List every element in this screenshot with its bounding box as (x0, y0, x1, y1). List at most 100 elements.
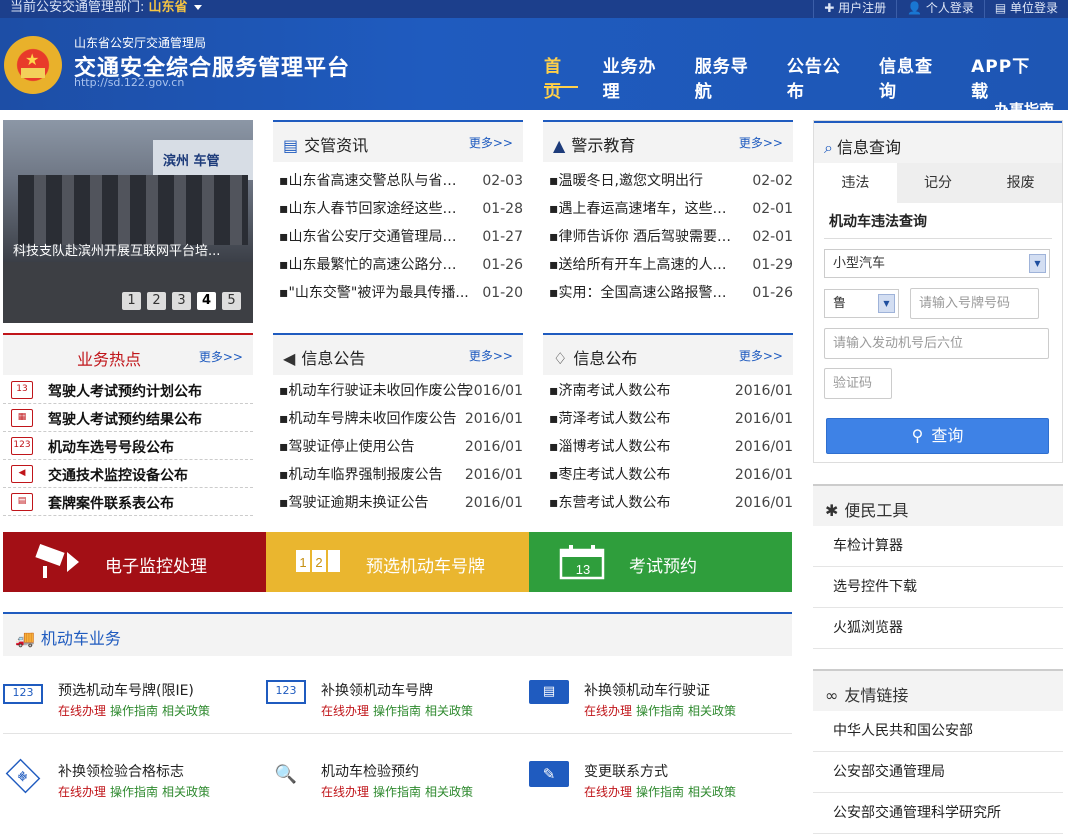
online-handle-link[interactable]: 在线办理 (584, 785, 632, 799)
news-more-link[interactable]: 更多>> (469, 134, 513, 151)
exam-booking-banner[interactable]: 13 考试预约 (529, 532, 792, 592)
online-handle-link[interactable]: 在线办理 (584, 704, 632, 718)
list-item[interactable]: ▪济南考试人数公布 2016/01 (549, 377, 793, 405)
online-handle-link[interactable]: 在线办理 (58, 704, 106, 718)
slider-page-2[interactable]: 2 (147, 292, 166, 310)
list-item[interactable]: ▪遇上春运高速堵车，这些事... 02-01 (549, 195, 793, 223)
notice-more-link[interactable]: 更多>> (469, 347, 513, 364)
list-item[interactable]: ▪实用：全国高速公路报警求... 01-26 (549, 279, 793, 307)
list-item[interactable]: ▪机动车行驶证未收回作废公告 2016/01 (279, 377, 523, 405)
list-item[interactable]: 13 驾驶人考试预约计划公布 (3, 376, 253, 404)
list-item[interactable]: ▪山东人春节回家途经这些路... 01-28 (279, 195, 523, 223)
list-item[interactable]: ▪山东省公安厅交通管理局领... 01-27 (279, 223, 523, 251)
tool-item-plugin[interactable]: 选号控件下载 (813, 567, 1063, 608)
service-name[interactable]: 预选机动车号牌(限IE) (58, 680, 194, 700)
nav-business[interactable]: 业务办理 (603, 52, 670, 102)
guide-link[interactable]: 操作指南 (110, 704, 158, 718)
service-name[interactable]: 机动车检验预约 (321, 761, 419, 781)
warning-more-link[interactable]: 更多>> (739, 134, 783, 151)
chevron-down-icon[interactable]: ▼ (1029, 254, 1046, 273)
service-item[interactable]: ▤ 补换领机动车行驶证 在线办理 操作指南 相关政策 (529, 680, 779, 740)
service-item[interactable]: 🔍 机动车检验预约 在线办理 操作指南 相关政策 (266, 761, 516, 821)
slider-page-3[interactable]: 3 (172, 292, 191, 310)
register-link[interactable]: ✚ 用户注册 (813, 0, 896, 18)
policy-link[interactable]: 相关政策 (688, 785, 736, 799)
list-item[interactable]: ▪送给所有开车上高速的人~... 01-29 (549, 251, 793, 279)
chevron-down-icon[interactable] (193, 5, 202, 10)
list-item[interactable]: ▪"山东交警"被评为最具传播... 01-20 (279, 279, 523, 307)
list-item[interactable]: ▪驾驶证停止使用公告 2016/01 (279, 433, 523, 461)
chevron-down-icon[interactable]: ▼ (878, 294, 895, 313)
tab-points[interactable]: 记分 (897, 163, 980, 203)
vehicle-type-select[interactable]: 小型汽车 ▼ (824, 249, 1050, 278)
electronic-monitoring-banner[interactable]: 电子监控处理 (3, 532, 266, 592)
hot-business-more-link[interactable]: 更多>> (199, 348, 243, 365)
policy-link[interactable]: 相关政策 (162, 785, 210, 799)
captcha-input[interactable]: 验证码 (824, 368, 892, 399)
tool-item-firefox[interactable]: 火狐浏览器 (813, 608, 1063, 649)
nav-service-guide[interactable]: 服务导航 (695, 52, 762, 102)
nav-info-query[interactable]: 信息查询 (879, 52, 946, 102)
slider-page-5[interactable]: 5 (222, 292, 241, 310)
list-item[interactable]: ▪温暖冬日,邀您文明出行 02-02 (549, 167, 793, 195)
online-handle-link[interactable]: 在线办理 (321, 704, 369, 718)
nav-home[interactable]: 首页 (544, 52, 578, 102)
tool-item-calculator[interactable]: 车检计算器 (813, 526, 1063, 567)
list-item[interactable]: ◀ 交通技术监控设备公布 (3, 460, 253, 488)
list-item[interactable]: ▤ 套牌案件联系表公布 (3, 488, 253, 516)
list-item[interactable]: ▪菏泽考试人数公布 2016/01 (549, 405, 793, 433)
guide-link[interactable]: 操作指南 (373, 785, 421, 799)
department-value[interactable]: 山东省 (149, 0, 188, 15)
policy-link[interactable]: 相关政策 (425, 785, 473, 799)
friend-link-item[interactable]: 中华人民共和国公安部 (813, 711, 1063, 752)
nav-app-download[interactable]: APP下载 (971, 52, 1043, 102)
policy-link[interactable]: 相关政策 (425, 704, 473, 718)
policy-link[interactable]: 相关政策 (688, 704, 736, 718)
engine-number-input[interactable]: 请输入发动机号后六位 (824, 328, 1049, 359)
police-emblem-logo[interactable]: ★ (4, 36, 62, 94)
guide-link[interactable]: 操作指南 (373, 704, 421, 718)
personal-login-link[interactable]: 👤 个人登录 (896, 0, 984, 18)
list-item[interactable]: ▪山东省高速交警总队与省保... 02-03 (279, 167, 523, 195)
guide-link[interactable]: 操作指南 (636, 704, 684, 718)
online-handle-link[interactable]: 在线办理 (58, 785, 106, 799)
service-item[interactable]: 验 补换领检验合格标志 在线办理 操作指南 相关政策 (3, 758, 253, 821)
list-item[interactable]: ▪律师告诉你 酒后驾驶需要承... 02-01 (549, 223, 793, 251)
service-name[interactable]: 补换领机动车行驶证 (584, 680, 710, 700)
list-item[interactable]: ▪山东最繁忙的高速公路分流... 01-26 (279, 251, 523, 279)
list-item[interactable]: ▪机动车临界强制报废公告 2016/01 (279, 461, 523, 489)
list-item[interactable]: ▪淄博考试人数公布 2016/01 (549, 433, 793, 461)
province-select[interactable]: 鲁 ▼ (824, 289, 899, 318)
preselect-plate-banner[interactable]: 12 预选机动车号牌 (266, 532, 529, 592)
online-handle-link[interactable]: 在线办理 (321, 785, 369, 799)
service-item[interactable]: ✎ 变更联系方式 在线办理 操作指南 相关政策 (529, 761, 779, 821)
tab-scrap[interactable]: 报废 (979, 163, 1062, 203)
policy-link[interactable]: 相关政策 (162, 704, 210, 718)
list-item[interactable]: ▪东营考试人数公布 2016/01 (549, 489, 793, 517)
service-item[interactable]: 123 补换领机动车号牌 在线办理 操作指南 相关政策 (266, 680, 516, 740)
nav-guide[interactable]: 办事指南 (994, 98, 1054, 110)
query-button[interactable]: ⚲ 查询 (826, 418, 1049, 454)
department-selector[interactable]: 当前公安交通管理部门: 山东省 (10, 0, 202, 17)
list-item[interactable]: ▪驾驶证逾期未换证公告 2016/01 (279, 489, 523, 517)
slider-caption[interactable]: 科技支队赴滨州开展互联网平台培... (13, 242, 233, 261)
service-item[interactable]: 123 预选机动车号牌(限IE) 在线办理 操作指南 相关政策 (3, 680, 253, 740)
tab-violation[interactable]: 违法 (814, 163, 897, 203)
list-item[interactable]: ▪机动车号牌未收回作废公告 2016/01 (279, 405, 523, 433)
guide-link[interactable]: 操作指南 (110, 785, 158, 799)
publish-more-link[interactable]: 更多>> (739, 347, 783, 364)
plate-number-input[interactable]: 请输入号牌号码 (910, 288, 1039, 319)
slider-photo[interactable]: 滨州 车管 (3, 120, 253, 262)
list-item[interactable]: ▦ 驾驶人考试预约结果公布 (3, 404, 253, 432)
list-item[interactable]: 123 机动车选号号段公布 (3, 432, 253, 460)
slider-page-1[interactable]: 1 (122, 292, 141, 310)
friend-link-item[interactable]: 公安部交通管理局 (813, 752, 1063, 793)
friend-link-item[interactable]: 公安部交通管理科学研究所 (813, 793, 1063, 834)
service-name[interactable]: 补换领机动车号牌 (321, 680, 433, 700)
company-login-link[interactable]: ▤ 单位登录 (983, 0, 1068, 18)
nav-announcements[interactable]: 公告公布 (787, 52, 854, 102)
service-name[interactable]: 补换领检验合格标志 (58, 761, 184, 781)
slider-page-4[interactable]: 4 (197, 292, 216, 310)
list-item[interactable]: ▪枣庄考试人数公布 2016/01 (549, 461, 793, 489)
service-name[interactable]: 变更联系方式 (584, 761, 668, 781)
